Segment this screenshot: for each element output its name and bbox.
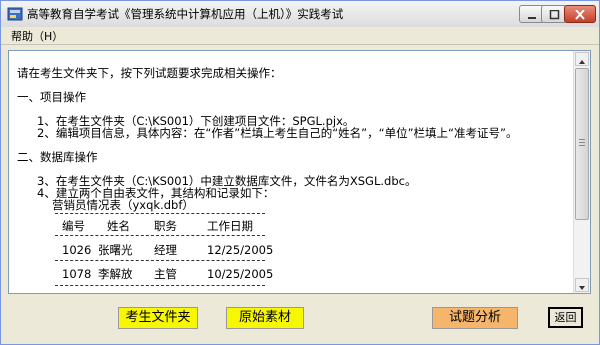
table-cell: 李解放: [98, 267, 133, 281]
table-cell: 张曙光: [98, 243, 133, 257]
minimize-icon: [528, 17, 536, 19]
vertical-scrollbar[interactable]: [573, 51, 590, 293]
question-analysis-button[interactable]: 试题分析: [432, 307, 518, 329]
maximize-icon: [549, 10, 560, 20]
arrow-down-icon: [579, 286, 585, 290]
table-divider: [55, 213, 265, 214]
table-header-cell: 编号: [62, 219, 85, 233]
scroll-up-button[interactable]: [575, 52, 589, 66]
menu-bar: 帮助（H）: [1, 27, 599, 45]
grip-line: [579, 139, 585, 140]
section-title-database: 二、数据库操作: [17, 150, 98, 164]
table-cell: 经理: [154, 243, 177, 257]
table-divider: [55, 285, 265, 286]
title-bar: 高等教育自学考试《管理系统中计算机应用（上机）》实践考试: [1, 1, 599, 28]
menu-help[interactable]: 帮助（H）: [11, 28, 63, 44]
scroll-thumb[interactable]: [575, 68, 589, 220]
original-material-button[interactable]: 原始素材: [226, 307, 304, 329]
table-header-cell: 工作日期: [207, 219, 253, 233]
table-divider: [55, 235, 265, 236]
table-cell: 主管: [154, 267, 177, 281]
return-button[interactable]: 返回: [548, 307, 583, 328]
app-icon: [7, 7, 23, 21]
table-cell: 1078: [62, 267, 92, 281]
student-folder-button[interactable]: 考生文件夹: [118, 307, 198, 329]
grip-line: [579, 145, 585, 146]
arrow-up-icon: [579, 60, 585, 64]
table-header-cell: 姓名: [107, 219, 130, 233]
intro-text: 请在考生文件夹下，按下列试题要求完成相关操作：: [17, 66, 282, 80]
table-cell: 12/25/2005: [207, 243, 274, 257]
scroll-down-button[interactable]: [575, 278, 589, 292]
table-cell: 1026: [62, 243, 92, 257]
table-cell: 10/25/2005: [207, 267, 274, 281]
section-title-project: 一、项目操作: [17, 90, 86, 104]
item-edit-project-info: 2、编辑项目信息，具体内容：在“作者”栏填上考生自己的“姓名”，“单位”栏填上“…: [37, 126, 518, 140]
grip-line: [579, 142, 585, 143]
question-text-panel: 请在考生文件夹下，按下列试题要求完成相关操作： 一、项目操作 1、在考生文件夹（…: [8, 50, 591, 294]
close-button[interactable]: [564, 5, 596, 23]
table-header-cell: 职务: [154, 219, 177, 233]
exam-window: 高等教育自学考试《管理系统中计算机应用（上机）》实践考试 帮助（H） 请在考生文…: [0, 0, 600, 345]
close-icon: [575, 10, 585, 20]
table-caption: 营销员情况表（yxqk.dbf）: [52, 198, 194, 212]
table-divider: [55, 260, 265, 261]
window-title: 高等教育自学考试《管理系统中计算机应用（上机）》实践考试: [27, 7, 344, 21]
